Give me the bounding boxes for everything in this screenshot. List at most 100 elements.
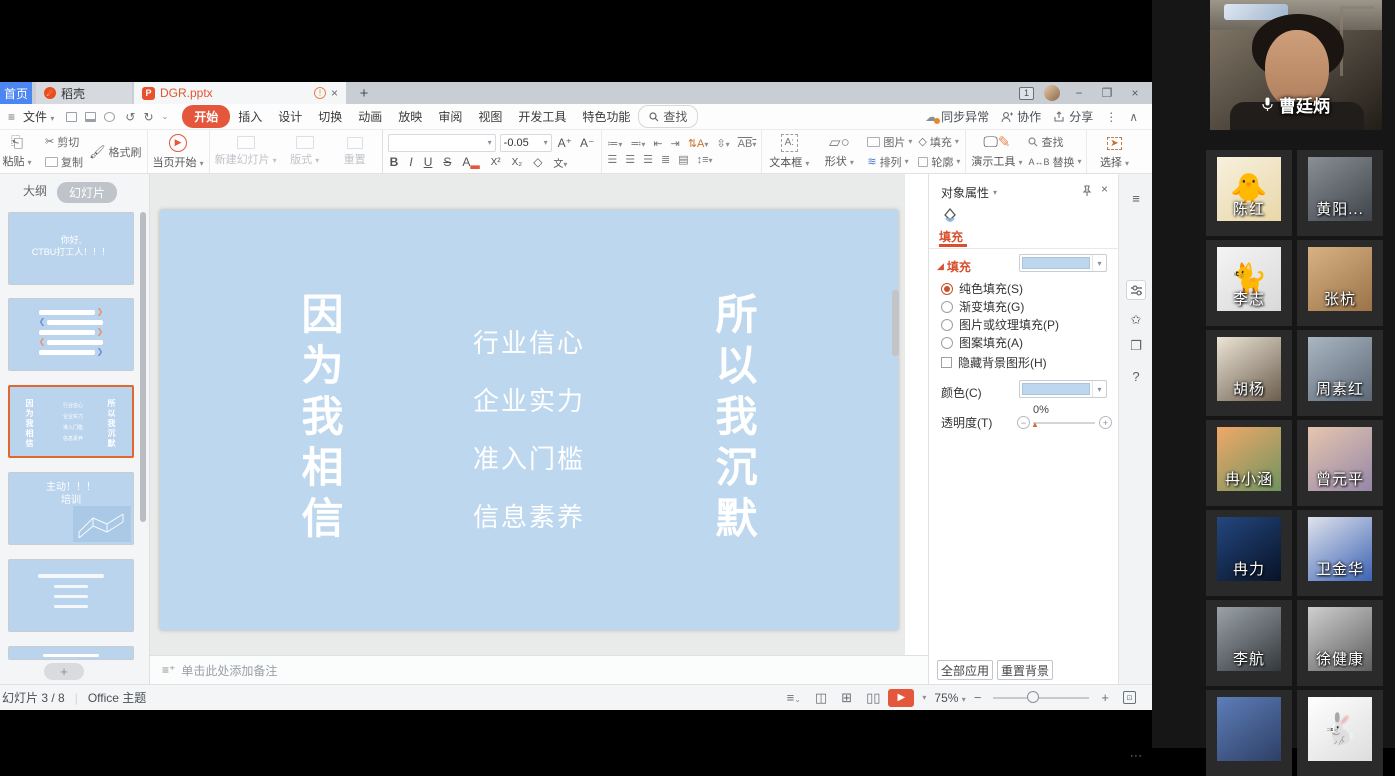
theme-name[interactable]: Office 主题 bbox=[88, 689, 146, 706]
notes-bar[interactable]: ≡⁺ 单击此处添加备注 bbox=[150, 655, 928, 684]
align-right-icon[interactable]: ☰ bbox=[643, 153, 653, 166]
print-preview-icon[interactable] bbox=[104, 112, 115, 122]
menu-file[interactable]: 文件 ▾ bbox=[15, 106, 62, 127]
participant-tile[interactable]: 胡杨 bbox=[1206, 330, 1292, 416]
arrange-button[interactable]: ≋排列▾ bbox=[867, 154, 912, 170]
radio-texture[interactable] bbox=[941, 319, 953, 331]
increase-indent-icon[interactable]: ⇥ bbox=[671, 137, 680, 150]
select-button[interactable]: ➤ 选择 ▾ bbox=[1092, 134, 1136, 170]
add-slide-button[interactable]: + bbox=[44, 663, 84, 680]
fill-tab[interactable]: 填充 bbox=[939, 228, 963, 245]
align-distribute-icon[interactable]: ⇳▾ bbox=[716, 137, 729, 150]
slide-thumbnail-6[interactable] bbox=[8, 646, 134, 660]
transparency-minus-button[interactable]: − bbox=[1017, 416, 1030, 429]
participant-tile[interactable]: 冉力 bbox=[1206, 510, 1292, 596]
option-pattern-fill[interactable]: 图案填充(A) bbox=[941, 334, 1023, 351]
underline-icon[interactable]: U bbox=[422, 155, 435, 169]
participant-tile[interactable] bbox=[1206, 690, 1292, 776]
radio-gradient[interactable] bbox=[941, 301, 953, 313]
play-options-caret[interactable]: ▾ bbox=[922, 693, 926, 702]
close-window-button[interactable]: × bbox=[1126, 86, 1144, 100]
reset-background-button[interactable]: 重置背景 bbox=[997, 660, 1053, 680]
zoom-slider[interactable] bbox=[993, 697, 1089, 699]
fill-color-dropdown[interactable]: ▾ bbox=[1019, 254, 1107, 272]
replace-button[interactable]: A↔B替换▾ bbox=[1028, 154, 1081, 170]
bold-icon[interactable]: B bbox=[388, 155, 401, 169]
tab-docer[interactable]: ☄ 稻壳 bbox=[36, 82, 132, 104]
collaborate-button[interactable]: 协作 bbox=[1001, 108, 1041, 125]
save-icon[interactable] bbox=[66, 112, 77, 122]
participant-tile[interactable]: 🐇 bbox=[1297, 690, 1383, 776]
option-hide-background[interactable]: 隐藏背景图形(H) bbox=[941, 354, 1047, 371]
participant-tile[interactable]: 张杭 bbox=[1297, 240, 1383, 326]
print-icon[interactable] bbox=[85, 112, 96, 122]
subscript-icon[interactable]: X₂ bbox=[510, 157, 525, 168]
menu-features[interactable]: 特色功能 bbox=[574, 106, 638, 127]
participant-tile[interactable]: 🐈李志 bbox=[1206, 240, 1292, 326]
user-avatar[interactable] bbox=[1044, 85, 1060, 101]
participant-tile[interactable]: 🐥陈红 bbox=[1206, 150, 1292, 236]
zoom-in-icon[interactable]: + bbox=[1101, 690, 1109, 705]
sync-status-button[interactable]: ☁ 同步异常 bbox=[925, 108, 989, 125]
font-color-icon[interactable]: A▂ bbox=[460, 155, 481, 169]
text-spacing-icon[interactable]: AB▾ bbox=[738, 138, 757, 150]
canvas-scrollbar[interactable] bbox=[892, 182, 899, 642]
slide-thumbnail-2[interactable]: ❯ ❮ ❯ ❮ ❯ bbox=[8, 298, 134, 371]
slide-right-title[interactable]: 所以我沉默 bbox=[712, 292, 754, 547]
speaker-video-tile[interactable]: 曹廷炳 bbox=[1210, 0, 1382, 130]
fill-section-header[interactable]: ◢填充 bbox=[937, 258, 971, 275]
fit-to-window-icon[interactable]: ⊡ bbox=[1123, 691, 1136, 704]
find-menu-button[interactable]: 查找 bbox=[638, 105, 698, 128]
menu-transition[interactable]: 切换 bbox=[310, 106, 350, 127]
paste-button[interactable]: ⎗ 粘贴 ▾ bbox=[0, 135, 39, 169]
normal-view-icon[interactable]: ◫ bbox=[815, 690, 827, 706]
participant-tile[interactable]: 曾元平 bbox=[1297, 420, 1383, 506]
slide-points-list[interactable]: 行业信心 企业实力 准入门槛 信息素养 bbox=[444, 314, 614, 546]
menu-design[interactable]: 设计 bbox=[270, 106, 310, 127]
reset-button[interactable]: 重置 bbox=[333, 137, 377, 167]
font-size-input[interactable] bbox=[504, 137, 542, 149]
picture-button[interactable]: 图片▾ bbox=[867, 134, 912, 150]
sidebar-scrollbar[interactable] bbox=[140, 212, 146, 522]
superscript-icon[interactable]: X² bbox=[489, 157, 503, 168]
zoom-level[interactable]: 75% ▾ bbox=[934, 691, 965, 705]
slide-thumbnail-1[interactable]: 你好, CTBU打工人！！！ bbox=[8, 212, 134, 285]
line-spacing-icon[interactable]: ↕≡▾ bbox=[697, 154, 713, 166]
italic-icon[interactable]: I bbox=[407, 155, 414, 169]
text-direction-icon[interactable]: ⇅A▾ bbox=[688, 137, 709, 150]
quickbar-more-icon[interactable]: ⌄ bbox=[162, 112, 169, 121]
transparency-slider-marker[interactable]: ▲ bbox=[1031, 420, 1039, 429]
participant-tile[interactable]: 周素红 bbox=[1297, 330, 1383, 416]
menu-slideshow[interactable]: 放映 bbox=[390, 106, 430, 127]
layout-button[interactable]: 版式 ▾ bbox=[283, 136, 327, 167]
close-panel-icon[interactable]: × bbox=[1101, 182, 1108, 196]
radio-solid[interactable] bbox=[941, 283, 953, 295]
distribute-icon[interactable]: ▤ bbox=[678, 153, 688, 166]
transparency-plus-button[interactable]: + bbox=[1099, 416, 1112, 429]
outline-button[interactable]: 轮廓▾ bbox=[918, 154, 960, 170]
font-name-select[interactable]: ▾ bbox=[388, 134, 496, 152]
slide-sorter-icon[interactable]: ⊞ bbox=[841, 690, 852, 706]
cut-button[interactable]: ✂剪切 bbox=[45, 134, 83, 150]
slide-canvas[interactable]: 因为我相信 行业信心 企业实力 准入门槛 信息素养 所以我沉默 bbox=[150, 174, 905, 655]
color-dropdown[interactable]: ▾ bbox=[1019, 380, 1107, 398]
play-from-current-button[interactable]: ▶ 当页开始 ▾ bbox=[153, 134, 204, 170]
decrease-indent-icon[interactable]: ⇤ bbox=[653, 137, 662, 150]
align-center-icon[interactable]: ☰ bbox=[625, 153, 635, 166]
slide-thumbnail-4[interactable]: 主动！！！ 培训 bbox=[8, 472, 134, 545]
shapes-button[interactable]: ▱○ 形状 ▾ bbox=[817, 135, 861, 169]
tab-home[interactable]: 首页 bbox=[0, 82, 32, 104]
new-tab-button[interactable]: + bbox=[352, 82, 376, 104]
strikethrough-icon[interactable]: S bbox=[441, 155, 453, 169]
selection-pane-icon[interactable]: ❐ bbox=[1126, 336, 1146, 356]
copy-button[interactable]: 复制 bbox=[45, 154, 83, 170]
participant-tile[interactable]: 冉小涵 bbox=[1206, 420, 1292, 506]
apply-all-button[interactable]: 全部应用 bbox=[937, 660, 993, 680]
tab-document[interactable]: P DGR.pptx ! × bbox=[134, 82, 346, 104]
menu-animation[interactable]: 动画 bbox=[350, 106, 390, 127]
fill-button[interactable]: ◇填充▾ bbox=[918, 134, 960, 150]
present-tools-button[interactable]: 🖵✎ 演示工具 ▾ bbox=[971, 135, 1022, 169]
slideshow-play-button[interactable]: ▶ bbox=[888, 689, 914, 707]
option-texture-fill[interactable]: 图片或纹理填充(P) bbox=[941, 316, 1059, 333]
find-button[interactable]: 查找 bbox=[1028, 134, 1081, 150]
